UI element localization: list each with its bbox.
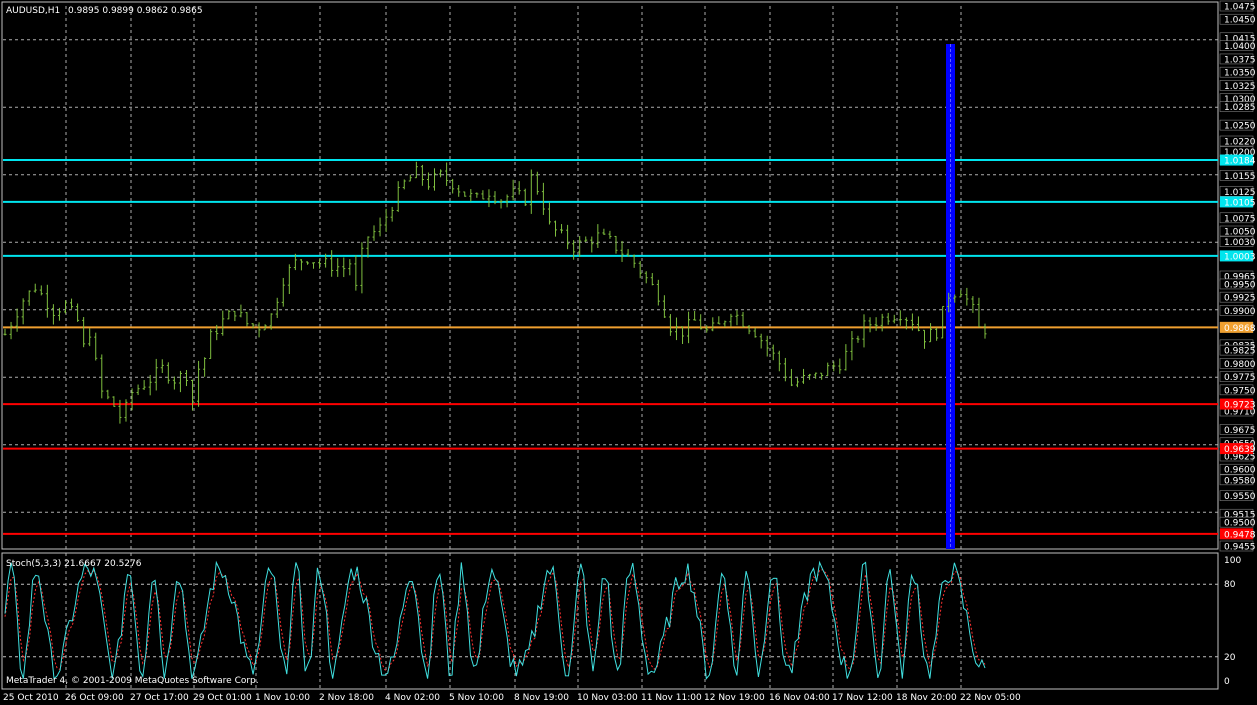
level-tag-label: 1.0105 <box>1224 198 1256 208</box>
price-tick-label: 1.0375 <box>1224 55 1256 65</box>
price-tick-label: 0.9825 <box>1224 347 1256 357</box>
price-tick-label: 0.9600 <box>1224 466 1256 476</box>
time-tick-label: 11 Nov 11:00 <box>641 693 702 703</box>
chart-canvas: 1.04751.04501.04151.04001.03751.03501.03… <box>0 0 1257 705</box>
price-tick-label: 1.0075 <box>1224 214 1256 224</box>
stoch-tick-label: 20 <box>1224 653 1236 663</box>
stoch-label: Stoch(5,3,3) 21.6667 20.5276 <box>6 559 142 569</box>
price-tick-label: 1.0325 <box>1224 82 1256 92</box>
time-tick-label: 26 Oct 09:00 <box>65 693 124 703</box>
time-tick-label: 12 Nov 19:00 <box>704 693 765 703</box>
price-axis: 1.04751.04501.04151.04001.03751.03501.03… <box>1219 0 1256 553</box>
level-tag-label: 0.9868 <box>1224 324 1256 334</box>
price-tick-label: 0.9900 <box>1224 307 1256 317</box>
ohlc-label: 0.9895 0.9899 0.9862 0.9865 <box>68 6 203 16</box>
price-tick-label: 1.0030 <box>1224 238 1256 248</box>
copyright-label: MetaTrader 4, © 2001-2009 MetaQuotes Sof… <box>6 676 259 686</box>
level-tag-label: 0.9723 <box>1224 401 1256 411</box>
price-tick-label: 0.9775 <box>1224 373 1256 383</box>
price-tick-label: 0.9800 <box>1224 360 1256 370</box>
price-tick-label: 1.0285 <box>1224 103 1256 113</box>
time-tick-label: 17 Nov 12:00 <box>832 693 893 703</box>
time-tick-label: 5 Nov 10:00 <box>449 693 504 703</box>
symbol-label: AUDUSD,H1 <box>6 6 60 16</box>
level-tag-label: 1.0184 <box>1224 157 1256 167</box>
time-tick-label: 25 Oct 2010 <box>3 693 59 703</box>
time-tick-label: 1 Nov 10:00 <box>255 693 310 703</box>
time-tick-label: 8 Nov 19:00 <box>514 693 569 703</box>
price-tick-label: 1.0400 <box>1224 42 1256 52</box>
price-tick-label: 0.9500 <box>1224 519 1256 529</box>
time-tick-label: 16 Nov 04:00 <box>769 693 830 703</box>
price-tick-label: 0.9675 <box>1224 426 1256 436</box>
price-tick-label: 0.9580 <box>1224 476 1256 486</box>
time-tick-label: 4 Nov 02:00 <box>385 693 440 703</box>
chart-background <box>0 0 1257 705</box>
price-tick-label: 0.9950 <box>1224 280 1256 290</box>
time-tick-label: 10 Nov 03:00 <box>577 693 638 703</box>
time-tick-label: 22 Nov 05:00 <box>960 693 1021 703</box>
price-tick-label: 1.0350 <box>1224 69 1256 79</box>
level-tag-label: 0.9639 <box>1224 445 1256 455</box>
price-tick-label: 0.9455 <box>1224 543 1256 553</box>
price-tick-label: 0.9925 <box>1224 294 1256 304</box>
price-tick-label: 0.9550 <box>1224 492 1256 502</box>
price-tick-label: 1.0220 <box>1224 138 1256 148</box>
price-tick-label: 1.0475 <box>1224 3 1256 13</box>
time-tick-label: 18 Nov 20:00 <box>896 693 957 703</box>
price-tick-label: 1.0050 <box>1224 228 1256 238</box>
level-tag-label: 1.0003 <box>1224 252 1256 262</box>
stoch-tick-label: 0 <box>1224 677 1230 687</box>
time-tick-label: 27 Oct 17:00 <box>130 693 189 703</box>
stoch-tick-label: 100 <box>1224 556 1241 566</box>
level-tag-label: 0.9478 <box>1224 530 1256 540</box>
stoch-tick-label: 80 <box>1224 580 1236 590</box>
time-tick-label: 29 Oct 01:00 <box>193 693 252 703</box>
price-tick-label: 0.9750 <box>1224 386 1256 396</box>
price-tick-label: 1.0450 <box>1224 16 1256 26</box>
price-tick-label: 1.0155 <box>1224 172 1256 182</box>
price-tick-label: 1.0250 <box>1224 122 1256 132</box>
time-tick-label: 2 Nov 18:00 <box>319 693 374 703</box>
price-tick-label: 1.0125 <box>1224 188 1256 198</box>
